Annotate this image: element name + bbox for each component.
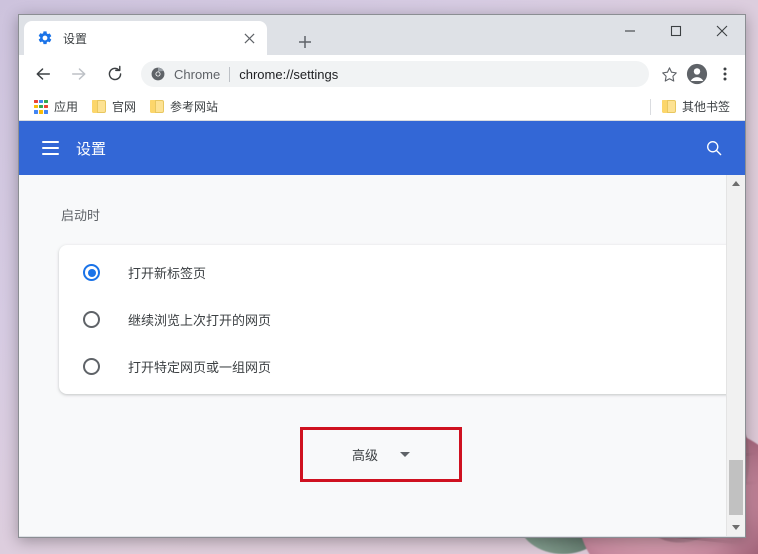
new-tab-button[interactable] — [291, 28, 319, 56]
search-icon — [707, 141, 722, 156]
radio-button[interactable] — [83, 358, 100, 375]
avatar-icon — [686, 63, 708, 85]
window-controls — [607, 15, 745, 47]
bookmark-item-1[interactable]: 官网 — [85, 96, 143, 118]
folder-icon — [92, 100, 107, 113]
close-icon — [716, 25, 728, 37]
folder-icon — [150, 100, 165, 113]
apps-grid-icon — [34, 99, 48, 114]
scrollbar-thumb[interactable] — [729, 460, 743, 515]
settings-search-button[interactable] — [699, 133, 729, 163]
bookmark-item-other[interactable]: 其他书签 — [655, 96, 737, 118]
tab-settings[interactable]: 设置 — [24, 21, 267, 55]
settings-gear-icon — [38, 31, 52, 45]
bookmark-item-apps[interactable]: 应用 — [27, 96, 85, 118]
radio-label: 打开特定网页或一组网页 — [128, 360, 272, 375]
settings-content: 启动时 打开新标签页 继续浏览上次打开的网页 打开特定网页或一组网页 高级 — [19, 175, 745, 536]
reload-icon — [108, 65, 122, 81]
bookmarks-divider — [649, 98, 651, 115]
settings-page: 设置 启动时 打开新标签页 继续浏览上次打开的网页 打开特定网页或一组网页 高级 — [19, 121, 745, 536]
scrollbar-down-button[interactable] — [727, 519, 745, 536]
radio-option-new-tab[interactable]: 打开新标签页 — [59, 249, 739, 296]
folder-icon — [661, 100, 676, 113]
close-icon — [243, 32, 255, 44]
radio-label: 打开新标签页 — [128, 266, 207, 281]
reload-button[interactable] — [100, 59, 130, 89]
scroll-up-arrow-icon — [732, 181, 740, 186]
omnibox-url-text: chrome://settings — [239, 66, 339, 82]
close-button[interactable] — [699, 15, 745, 47]
browser-menu-button[interactable] — [711, 59, 739, 89]
radio-option-continue[interactable]: 继续浏览上次打开的网页 — [59, 296, 739, 343]
back-arrow-icon — [36, 68, 51, 80]
browser-toolbar: Chrome chrome://settings — [19, 55, 745, 93]
tab-title: 设置 — [63, 31, 88, 46]
section-title-startup: 启动时 — [61, 208, 101, 223]
omnibox[interactable]: Chrome chrome://settings — [141, 61, 649, 87]
star-icon — [661, 66, 677, 82]
omnibox-separator — [229, 66, 231, 82]
three-dot-menu-icon — [723, 67, 727, 81]
radio-option-specific-pages[interactable]: 打开特定网页或一组网页 — [59, 343, 739, 390]
radio-button[interactable] — [83, 311, 100, 328]
forward-arrow-icon — [71, 68, 86, 80]
bookmark-label: 应用 — [54, 100, 79, 114]
radio-button-selected[interactable] — [83, 264, 100, 281]
annotation-highlight-box — [300, 427, 462, 482]
bookmark-item-2[interactable]: 参考网站 — [143, 96, 225, 118]
profile-button[interactable] — [683, 59, 711, 89]
hamburger-menu-icon[interactable] — [33, 131, 67, 165]
minimize-icon — [625, 30, 635, 32]
maximize-icon — [670, 25, 682, 37]
scrollbar-up-button[interactable] — [727, 175, 745, 192]
settings-scrollbar[interactable] — [726, 175, 745, 536]
bookmark-label: 其他书签 — [681, 100, 730, 114]
settings-scroll-area: 启动时 打开新标签页 继续浏览上次打开的网页 打开特定网页或一组网页 高级 — [19, 175, 739, 536]
scroll-down-arrow-icon — [732, 525, 740, 530]
bookmark-star-button[interactable] — [655, 59, 683, 89]
tab-strip: 设置 — [19, 15, 745, 55]
bookmarks-bar-right: 其他书签 — [649, 96, 737, 118]
page-title: 设置 — [76, 140, 107, 158]
forward-button[interactable] — [64, 59, 94, 89]
bookmarks-bar: 应用 官网 参考网站 其他书签 — [19, 93, 745, 121]
radio-label: 继续浏览上次打开的网页 — [128, 313, 272, 328]
minimize-button[interactable] — [607, 15, 653, 47]
omnibox-site-label: Chrome — [174, 66, 221, 82]
plus-icon — [299, 36, 311, 48]
settings-header-bar: 设置 — [19, 121, 745, 175]
startup-options-card: 打开新标签页 继续浏览上次打开的网页 打开特定网页或一组网页 — [59, 245, 739, 394]
bookmark-label: 官网 — [112, 100, 137, 114]
tab-close-button[interactable] — [237, 26, 261, 50]
chrome-logo-icon — [151, 67, 165, 81]
bookmark-label: 参考网站 — [170, 100, 219, 114]
back-button[interactable] — [28, 59, 58, 89]
maximize-button[interactable] — [653, 15, 699, 47]
advanced-section: 高级 — [19, 427, 726, 487]
chrome-browser-window: 设置 Chrome chrome://settings 应用 官网 参考网站 其… — [18, 14, 746, 538]
